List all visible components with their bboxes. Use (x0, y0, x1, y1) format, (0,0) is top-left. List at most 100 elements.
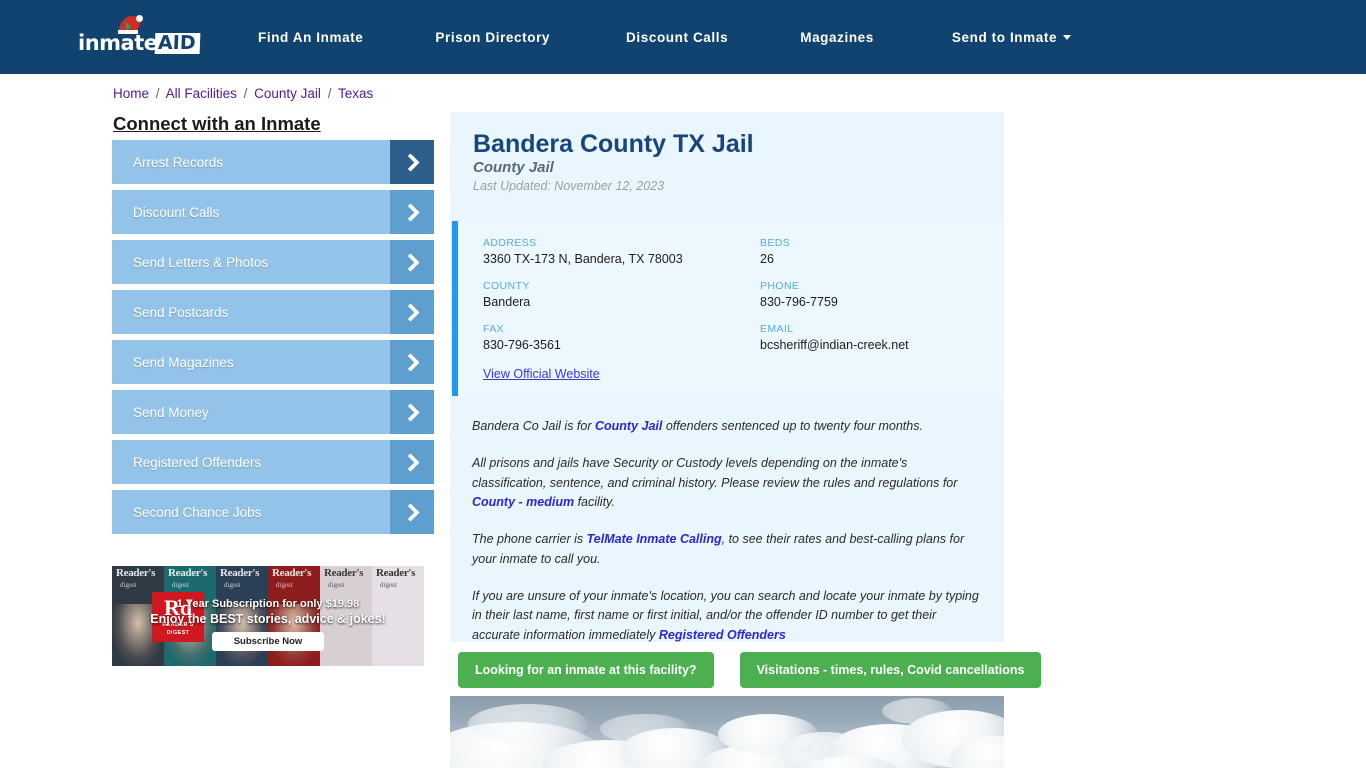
breadcrumb-separator: / (155, 86, 160, 101)
sidebar-item-second-chance-jobs[interactable]: Second Chance Jobs (112, 490, 434, 534)
chevron-down-icon (1063, 35, 1072, 41)
chevron-right-icon (390, 240, 434, 284)
main-navigation: Find An Inmate Prison Directory Discount… (258, 0, 1072, 74)
detail-label: PHONE (760, 280, 800, 292)
sidebar-item-arrest-records[interactable]: Arrest Records (112, 140, 434, 184)
nav-item-send-to-inmate-label: Send to Inmate (951, 29, 1058, 45)
detail-phone: PHONE 830-796-7759 (760, 280, 983, 309)
link-county-medium[interactable]: County - medium (472, 495, 574, 509)
detail-label: BEDS (760, 237, 791, 249)
facility-type: County Jail (473, 159, 554, 176)
ad-cover: Reader's digest (216, 566, 268, 666)
sidebar-item-label: Discount Calls (133, 204, 220, 220)
detail-label: EMAIL (760, 323, 794, 335)
chevron-right-icon (390, 490, 434, 534)
logo-aid-badge: AID (155, 32, 201, 54)
ad-cover-brand-sub: digest (276, 581, 293, 589)
link-county-jail[interactable]: County Jail (595, 419, 662, 433)
chevron-right-icon (390, 140, 434, 184)
breadcrumb: Home / All Facilities / County Jail / Te… (113, 86, 373, 101)
sidebar-item-send-money[interactable]: Send Money (112, 390, 434, 434)
site-logo[interactable]: inmate AID (78, 20, 201, 54)
ad-cover-brand-sub: digest (120, 581, 137, 589)
visitations-button[interactable]: Visitations - times, rules, Covid cancel… (739, 652, 1042, 688)
paragraph-2-text-b: facility. (574, 495, 615, 510)
sidebar-item-send-letters-photos[interactable]: Send Letters & Photos (112, 240, 434, 284)
site-header: inmate AID Find An Inmate Prison Directo… (0, 0, 1366, 74)
facility-details-grid: ADDRESS 3360 TX-173 N, Bandera, TX 78003… (483, 237, 983, 352)
link-registered-offenders[interactable]: Registered Offenders (659, 628, 786, 642)
facility-description: Bandera Co Jail is for County Jail offen… (472, 417, 982, 663)
paragraph-1: Bandera Co Jail is for County Jail offen… (472, 417, 982, 437)
breadcrumb-separator: / (327, 86, 332, 101)
ad-cover-brand-sub: digest (172, 581, 189, 589)
detail-value: Bandera (483, 295, 531, 309)
nav-item-send-to-inmate[interactable]: Send to Inmate (951, 29, 1072, 45)
ad-logo-monogram: Rd (163, 595, 193, 621)
chevron-right-icon (390, 390, 434, 434)
ad-cover-brand: Reader's (272, 567, 312, 579)
breadcrumb-item-all-facilities[interactable]: All Facilities (166, 86, 237, 101)
sidebar-item-label: Send Postcards (133, 304, 229, 320)
ad-cover-brand-sub: digest (224, 581, 241, 589)
detail-value: 830-796-3561 (483, 338, 561, 352)
nav-item-find-an-inmate[interactable]: Find An Inmate (258, 30, 363, 45)
paragraph-2: All prisons and jails have Security or C… (472, 454, 982, 513)
ad-cover-brand: Reader's (168, 567, 208, 579)
sidebar-item-label: Second Chance Jobs (133, 504, 262, 520)
paragraph-4: If you are unsure of your inmate's locat… (472, 587, 982, 646)
detail-value: bcsheriff@indian-creek.net (760, 338, 909, 352)
facility-photo (450, 696, 1004, 768)
detail-county: COUNTY Bandera (483, 280, 760, 309)
sidebar-item-send-magazines[interactable]: Send Magazines (112, 340, 434, 384)
ad-cover: Reader's digest (372, 566, 424, 666)
breadcrumb-item-texas[interactable]: Texas (338, 86, 373, 101)
detail-email: EMAIL bcsheriff@indian-creek.net (760, 323, 983, 352)
sidebar-item-label: Send Magazines (133, 354, 234, 370)
sidebar-item-discount-calls[interactable]: Discount Calls (112, 190, 434, 234)
ad-cover-brand-sub: digest (328, 581, 345, 589)
find-inmate-button[interactable]: Looking for an inmate at this facility? (458, 652, 714, 688)
facility-details-box: ADDRESS 3360 TX-173 N, Bandera, TX 78003… (452, 221, 1004, 396)
ad-logo-name: READER'S DIGEST (162, 622, 194, 636)
ad-cover-brand: Reader's (116, 567, 156, 579)
view-official-website-link[interactable]: View Official Website (483, 367, 600, 381)
nav-item-prison-directory[interactable]: Prison Directory (435, 30, 550, 45)
detail-beds: BEDS 26 (760, 237, 983, 266)
sidebar-heading: Connect with an Inmate (113, 113, 321, 134)
detail-label: COUNTY (483, 280, 530, 292)
paragraph-3-text-a: The phone carrier is (472, 532, 587, 546)
detail-label: FAX (483, 323, 505, 335)
readers-digest-ad-banner[interactable]: Reader's digest Reader's digest Reader's… (112, 566, 424, 666)
chevron-right-icon (390, 190, 434, 234)
facility-info-panel: Bandera County TX Jail County Jail Last … (450, 112, 1004, 642)
detail-address: ADDRESS 3360 TX-173 N, Bandera, TX 78003 (483, 237, 760, 266)
paragraph-1-text-a: Bandera Co Jail is for (472, 419, 595, 433)
chevron-right-icon (390, 440, 434, 484)
breadcrumb-item-home[interactable]: Home (113, 86, 149, 101)
sidebar-item-send-postcards[interactable]: Send Postcards (112, 290, 434, 334)
ad-cover: Reader's digest (320, 566, 372, 666)
ad-cover-brand: Reader's (220, 567, 260, 579)
nav-item-magazines[interactable]: Magazines (800, 30, 874, 45)
chevron-right-icon (390, 340, 434, 384)
sidebar-item-label: Arrest Records (133, 154, 224, 170)
breadcrumb-separator: / (243, 86, 248, 101)
ad-cover: Reader's digest (268, 566, 320, 666)
paragraph-2-text-a: All prisons and jails have Security or C… (472, 455, 958, 490)
sidebar-item-label: Send Letters & Photos (133, 254, 269, 270)
ad-cover-brand-sub: digest (380, 581, 397, 589)
ad-cover-brand: Reader's (324, 567, 364, 579)
detail-value: 830-796-7759 (760, 295, 838, 309)
link-telmate-inmate-calling[interactable]: TelMate Inmate Calling (587, 532, 722, 546)
chevron-right-icon (390, 290, 434, 334)
ad-cover-brand: Reader's (376, 567, 416, 579)
last-updated-text: Last Updated: November 12, 2023 (473, 179, 665, 193)
breadcrumb-item-county-jail[interactable]: County Jail (254, 86, 321, 101)
sidebar-menu: Arrest Records Discount Calls Send Lette… (112, 140, 434, 540)
detail-value: 3360 TX-173 N, Bandera, TX 78003 (483, 252, 683, 266)
sidebar-item-label: Registered Offenders (133, 454, 262, 470)
sidebar-item-label: Send Money (133, 404, 209, 420)
sidebar-item-registered-offenders[interactable]: Registered Offenders (112, 440, 434, 484)
nav-item-discount-calls[interactable]: Discount Calls (626, 30, 728, 45)
